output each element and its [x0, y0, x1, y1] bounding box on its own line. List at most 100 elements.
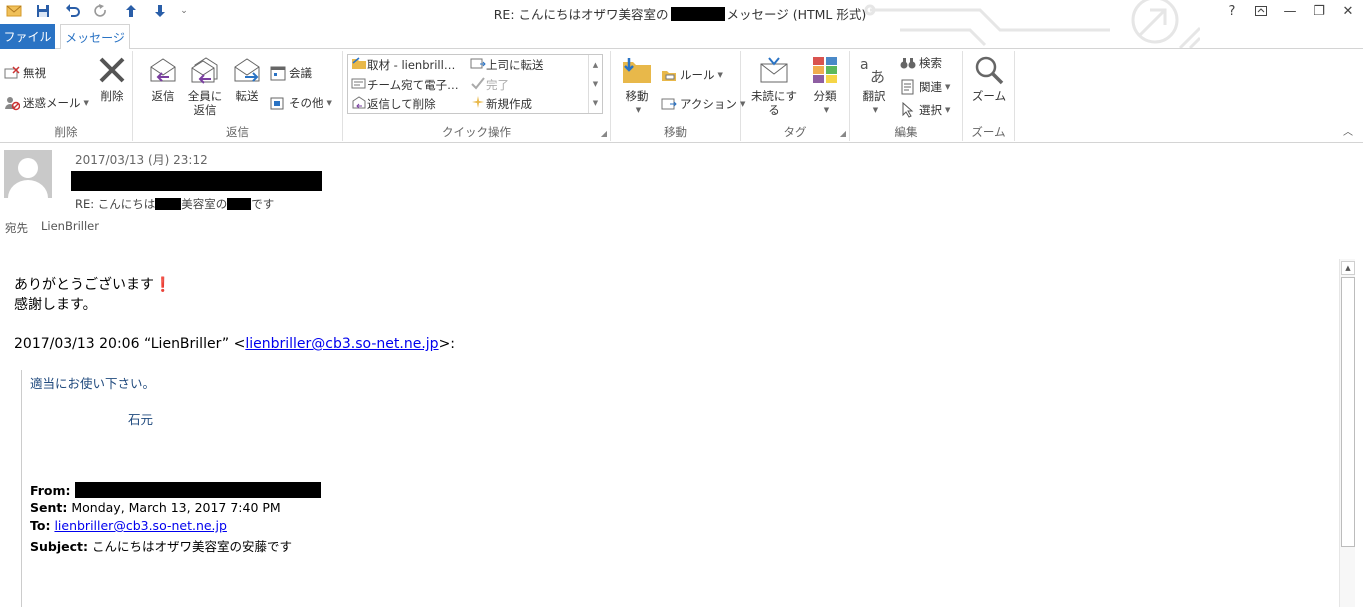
group-label: 削除 — [54, 125, 78, 139]
sent-date: 2017/03/13 (月) 23:12 — [75, 153, 208, 167]
envelope-icon — [757, 53, 791, 87]
email-link[interactable]: lienbriller@cb3.so-net.ne.jp — [54, 518, 227, 533]
quick-step-item[interactable]: 新規作成 — [470, 94, 532, 113]
message-subject: RE: こんにちは 美容室の です — [75, 197, 275, 211]
collapse-ribbon-icon[interactable]: ︿ — [1343, 123, 1353, 138]
email-link[interactable]: lienbriller@cb3.so-net.ne.jp — [245, 336, 438, 352]
redacted-sender — [74, 482, 321, 498]
restore-button[interactable]: ❐ — [1305, 0, 1333, 22]
related-button[interactable]: 関連 ▼ — [900, 77, 950, 97]
vertical-scrollbar[interactable]: ▲ — [1339, 259, 1355, 607]
edit-group: aあ 翻訳 ▼ 検索 関連 ▼ 選択 ▼ 編集 — [850, 51, 963, 141]
group-label: 移動 — [664, 125, 687, 139]
redacted-block — [670, 7, 725, 21]
rules-icon — [661, 67, 677, 83]
reply-delete-icon — [351, 95, 367, 112]
quick-step-item[interactable]: 上司に転送 — [470, 55, 544, 74]
actions-button[interactable]: アクション ▼ — [661, 94, 745, 114]
next-item-icon[interactable] — [149, 0, 171, 22]
ribbon: 無視 迷惑メール ▼ 削除 削除 返信 全員に 返信 転送 会議 その他 ▼ 返… — [0, 49, 1363, 143]
ignore-icon — [4, 65, 20, 81]
chevron-up-icon[interactable]: ▲ — [593, 61, 598, 69]
tab-message[interactable]: メッセージ — [60, 24, 130, 50]
zoom-button[interactable]: ズーム — [971, 53, 1007, 103]
reply-button[interactable]: 返信 — [145, 53, 181, 103]
redo-icon[interactable] — [90, 0, 112, 22]
previous-item-icon[interactable] — [120, 0, 142, 22]
meeting-button[interactable]: 会議 — [270, 63, 312, 83]
forward-icon — [230, 53, 264, 87]
categorize-button[interactable]: 分類 ▼ — [807, 53, 843, 117]
save-icon[interactable] — [32, 0, 54, 22]
magnifier-icon — [972, 53, 1006, 87]
minimize-button[interactable]: — — [1276, 0, 1304, 22]
quote-bar — [21, 370, 22, 607]
quick-step-item[interactable]: 取材 - lienbrill… — [351, 55, 455, 74]
quick-step-item[interactable]: 返信して削除 — [351, 94, 436, 113]
close-button[interactable]: ✕ — [1334, 0, 1362, 22]
from-line: From: — [30, 482, 321, 498]
sent-line: Sent: Monday, March 13, 2017 7:40 PM — [30, 500, 281, 515]
quote-signature: 石元 — [128, 412, 154, 427]
delete-button[interactable]: 削除 — [94, 53, 130, 103]
customize-toolbar-icon[interactable]: ⌄ — [173, 0, 195, 22]
forward-to-manager-icon — [470, 56, 486, 73]
more-icon — [270, 95, 286, 111]
gallery-more-icon[interactable]: ▼ — [593, 99, 598, 107]
rules-button[interactable]: ルール ▼ — [661, 65, 723, 85]
more-respond-button[interactable]: その他 ▼ — [270, 93, 332, 113]
outlook-mail-icon — [3, 0, 25, 22]
help-button[interactable]: ? — [1218, 0, 1246, 22]
scroll-up-icon[interactable]: ▲ — [1341, 261, 1355, 275]
mark-unread-button[interactable]: 未読にする — [747, 53, 801, 117]
chevron-down-icon: ▼ — [872, 106, 879, 114]
scroll-thumb[interactable] — [1341, 277, 1355, 547]
chevron-down-icon: ▼ — [717, 71, 723, 79]
quote-line: 適当にお使い下さい。 — [30, 376, 156, 391]
subject-line: Subject: こんにちはオザワ美容室の安藤です — [30, 539, 292, 554]
person-icon — [8, 158, 48, 198]
body-line: 感謝します。 — [14, 297, 97, 313]
group-label: ズーム — [971, 125, 1006, 139]
window-title: RE: こんにちはオザワ美容室の メッセージ (HTML 形式) — [493, 7, 867, 22]
move-group: 移動 ▼ ルール ▼ アクション ▼ 移動 — [611, 51, 745, 141]
move-folder-icon — [620, 53, 654, 87]
search-button[interactable]: 検索 — [900, 53, 942, 73]
reply-all-button[interactable]: 全員に 返信 — [185, 53, 225, 117]
body-line: ありがとうございます❗ — [14, 277, 172, 293]
forward-button[interactable]: 転送 — [229, 53, 265, 103]
message-header: 2017/03/13 (月) 23:12 RE: こんにちは 美容室の です 宛先 … — [0, 143, 1363, 243]
svg-text:a: a — [860, 57, 869, 73]
zoom-group: ズーム ズーム — [963, 51, 1015, 141]
quick-step-item[interactable]: チーム宛て電子… — [351, 75, 459, 94]
select-button[interactable]: 選択 ▼ — [900, 100, 950, 120]
chevron-down-icon: ▼ — [326, 99, 332, 107]
chevron-down-icon: ▼ — [823, 106, 830, 114]
chevron-down-icon: ▼ — [635, 106, 642, 114]
ribbon-tabs: ファイル メッセージ — [0, 24, 1363, 50]
ribbon-display-options-button[interactable] — [1247, 0, 1275, 22]
redacted-block — [227, 198, 252, 210]
chevron-down-icon[interactable]: ▼ — [593, 80, 598, 88]
delete-x-icon — [95, 53, 129, 87]
undo-icon[interactable] — [62, 0, 84, 22]
related-icon — [900, 79, 916, 95]
svg-text:あ: あ — [870, 68, 885, 85]
quick-step-item[interactable]: 完了 — [470, 75, 509, 94]
to-label: 宛先 — [5, 221, 28, 235]
translate-button[interactable]: aあ 翻訳 ▼ — [856, 53, 892, 117]
team-email-icon — [351, 76, 367, 93]
ignore-button[interactable]: 無視 — [4, 63, 46, 83]
junk-button[interactable]: 迷惑メール ▼ — [4, 93, 89, 113]
move-button[interactable]: 移動 ▼ — [619, 53, 655, 117]
gallery-scroll[interactable]: ▲ ▼ ▼ — [588, 55, 602, 113]
dialog-launcher-icon[interactable]: ◢ — [601, 129, 607, 138]
redacted-sender — [71, 171, 322, 191]
to-recipient[interactable]: LienBriller — [41, 219, 99, 233]
group-label: クイック操作 — [442, 125, 511, 139]
dialog-launcher-icon[interactable]: ◢ — [840, 129, 846, 138]
folder-icon — [351, 56, 367, 73]
new-quick-step-icon — [470, 95, 486, 112]
tab-file[interactable]: ファイル — [0, 24, 55, 49]
redacted-block — [155, 198, 182, 210]
